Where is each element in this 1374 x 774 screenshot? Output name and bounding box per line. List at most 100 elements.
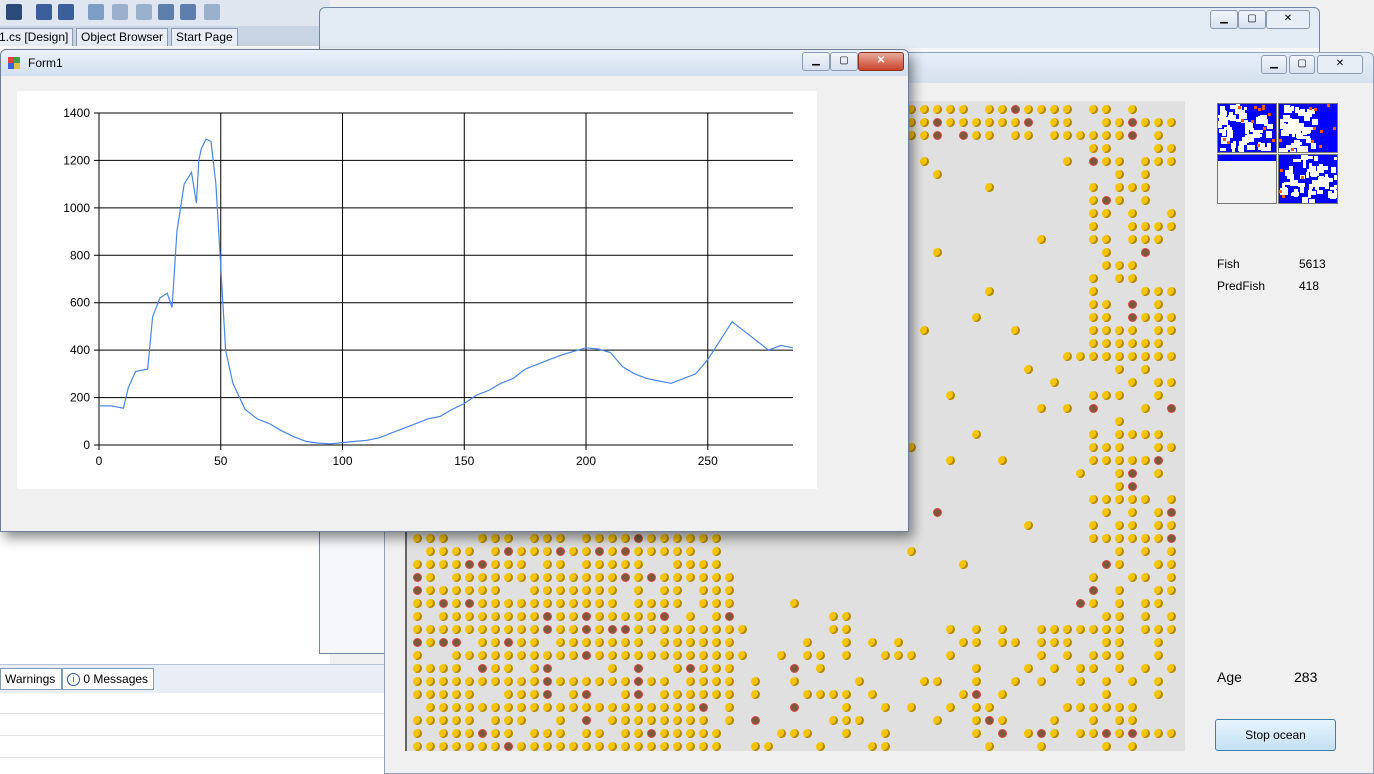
- fish: [452, 599, 461, 608]
- fish: [1141, 183, 1150, 192]
- fish: [959, 690, 968, 699]
- fish: [1063, 131, 1072, 140]
- fish: [517, 742, 526, 751]
- tab-start-page[interactable]: Start Page: [171, 28, 238, 46]
- prev-bookmark-icon[interactable]: [136, 4, 152, 20]
- fish: [777, 651, 786, 660]
- minimap-empty-cell: [1247, 145, 1255, 150]
- fish: [595, 599, 604, 608]
- predator-fish: [543, 664, 552, 673]
- fish: [504, 534, 513, 543]
- fish: [439, 560, 448, 569]
- fish: [1050, 131, 1059, 140]
- comment-icon[interactable]: [88, 4, 104, 20]
- stop-ocean-button[interactable]: Stop ocean: [1215, 719, 1336, 751]
- ocean-minimize-button[interactable]: ▁: [1261, 55, 1287, 74]
- messages-button[interactable]: i 0 Messages: [62, 668, 154, 690]
- predator-fish: [582, 612, 591, 621]
- next-bookmark-icon[interactable]: [158, 4, 174, 20]
- fish: [920, 677, 929, 686]
- form1-close-button[interactable]: ✕: [858, 52, 904, 71]
- fish: [413, 651, 422, 660]
- fish: [595, 625, 604, 634]
- format-icon[interactable]: [6, 4, 22, 20]
- fish: [1154, 430, 1163, 439]
- form1-minimize-button[interactable]: ▁: [802, 52, 830, 71]
- fish: [699, 586, 708, 595]
- minimap-empty-cell: [1309, 199, 1315, 203]
- explorer-minimize-button[interactable]: ▁: [1210, 10, 1238, 29]
- fish: [530, 534, 539, 543]
- fish: [842, 625, 851, 634]
- fish: [634, 547, 643, 556]
- toolbar-overflow-icon[interactable]: [204, 4, 220, 20]
- fish: [1141, 170, 1150, 179]
- fish: [1102, 391, 1111, 400]
- fish: [1115, 456, 1124, 465]
- age-value: 283: [1294, 669, 1318, 685]
- indent-icon[interactable]: [58, 4, 74, 20]
- x-tick-label: 100: [332, 454, 352, 468]
- warnings-button[interactable]: Warnings: [0, 668, 62, 690]
- fish: [1154, 690, 1163, 699]
- explorer-maximize-button[interactable]: ▢: [1238, 10, 1266, 29]
- fish: [1128, 105, 1137, 114]
- fish: [504, 716, 513, 725]
- fish: [1102, 157, 1111, 166]
- fish: [478, 573, 487, 582]
- minimap-empty-cell: [1282, 187, 1287, 192]
- fish: [1115, 586, 1124, 595]
- predator-fish: [686, 664, 695, 673]
- form1-maximize-button[interactable]: ▢: [830, 52, 858, 71]
- fish: [1128, 703, 1137, 712]
- fish: [855, 677, 864, 686]
- minimap-predator-cell: [1314, 108, 1317, 111]
- fish: [881, 651, 890, 660]
- minimap-empty-cell: [1264, 119, 1268, 126]
- clear-bookmark-icon[interactable]: [180, 4, 196, 20]
- fish: [491, 677, 500, 686]
- predator-fish: [595, 547, 604, 556]
- fish: [1128, 326, 1137, 335]
- explorer-close-button[interactable]: ✕: [1266, 10, 1310, 29]
- fish: [972, 131, 981, 140]
- fish: [972, 625, 981, 634]
- fish: [1154, 352, 1163, 361]
- fish: [556, 586, 565, 595]
- ocean-maximize-button[interactable]: ▢: [1289, 55, 1315, 74]
- fish: [608, 612, 617, 621]
- fish: [439, 534, 448, 543]
- fish: [699, 664, 708, 673]
- fish: [1128, 261, 1137, 270]
- fish: [1154, 391, 1163, 400]
- fish: [1141, 222, 1150, 231]
- fish: [634, 651, 643, 660]
- fish: [608, 703, 617, 712]
- fish: [920, 131, 929, 140]
- fish: [673, 599, 682, 608]
- tab-design[interactable]: 1.cs [Design]: [0, 28, 74, 46]
- fish: [1115, 638, 1124, 647]
- fish: [686, 638, 695, 647]
- bookmark-icon[interactable]: [112, 4, 128, 20]
- y-tick-label: 800: [70, 248, 90, 262]
- fish: [1115, 651, 1124, 660]
- minimap-empty-cell: [1298, 127, 1301, 135]
- fish: [686, 742, 695, 751]
- outdent-icon[interactable]: [36, 4, 52, 20]
- ocean-close-button[interactable]: ✕: [1317, 55, 1363, 74]
- fish: [1089, 729, 1098, 738]
- fish: [426, 664, 435, 673]
- predator-fish: [1141, 248, 1150, 257]
- fish: [621, 638, 630, 647]
- fish: [1089, 534, 1098, 543]
- fish: [946, 703, 955, 712]
- fish: [413, 729, 422, 738]
- minimap-predator-cell: [1227, 141, 1230, 144]
- predator-fish: [1011, 105, 1020, 114]
- tab-object-browser[interactable]: Object Browser: [76, 28, 169, 46]
- fish: [569, 703, 578, 712]
- fish: [452, 547, 461, 556]
- fish: [504, 690, 513, 699]
- fish: [530, 612, 539, 621]
